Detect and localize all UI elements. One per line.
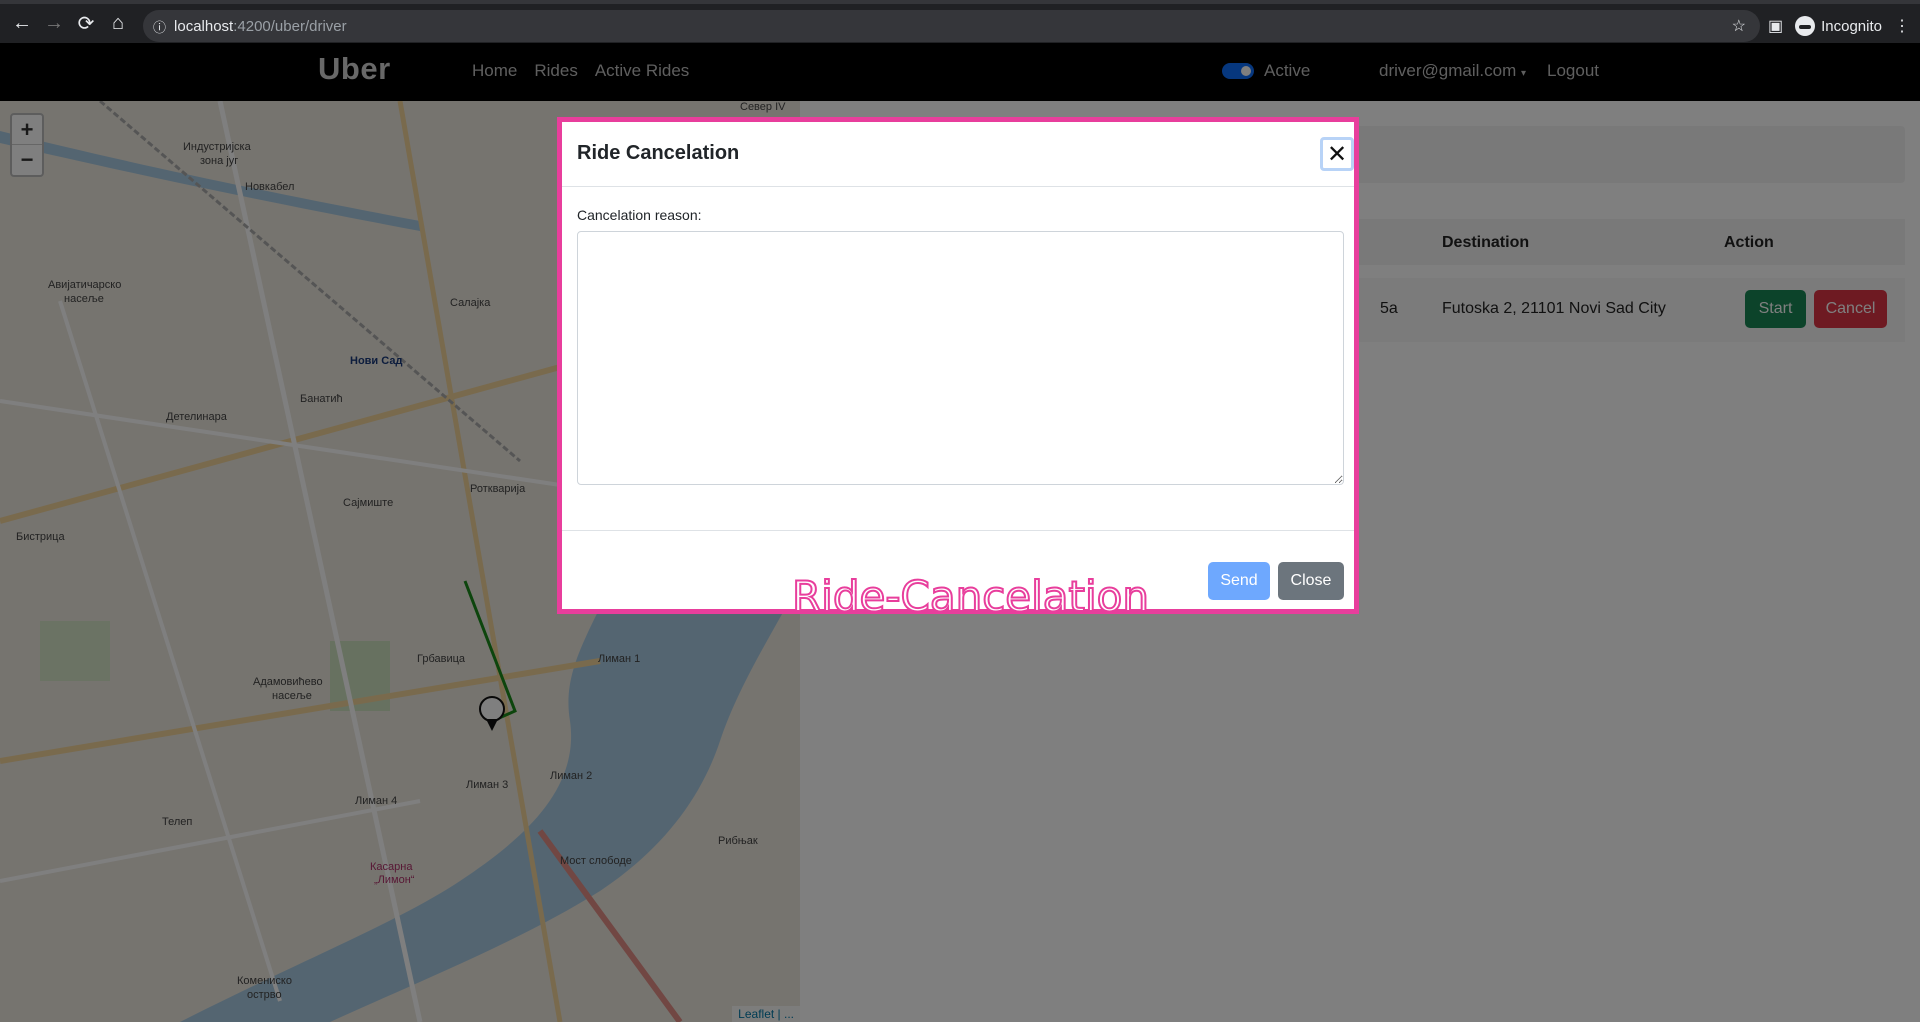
site-info-icon[interactable]: ⓘ <box>153 17 166 36</box>
reload-icon[interactable]: ⟳ <box>70 8 102 40</box>
close-icon[interactable]: ✕ <box>1320 137 1354 171</box>
side-panel-icon[interactable]: ▣ <box>1768 16 1783 36</box>
incognito-badge[interactable]: Incognito <box>1795 16 1882 36</box>
url-text: localhost:4200/uber/driver <box>174 18 347 35</box>
modal-footer-divider <box>562 530 1354 531</box>
annotation-caption: Ride-Cancelation <box>791 571 1150 622</box>
browser-menu-icon[interactable]: ⋮ <box>1894 16 1910 36</box>
browser-right-tools: ▣ Incognito ⋮ <box>1768 10 1920 42</box>
browser-toolbar: ← → ⟳ ⌂ ⓘ localhost:4200/uber/driver ☆ ▣… <box>0 0 1920 43</box>
address-bar[interactable]: ⓘ localhost:4200/uber/driver ☆ <box>143 10 1760 42</box>
forward-icon[interactable]: → <box>38 8 70 40</box>
incognito-icon <box>1795 16 1816 36</box>
modal-header: Ride Cancelation ✕ <box>562 122 1354 187</box>
home-icon[interactable]: ⌂ <box>102 8 134 40</box>
url-path: :4200/uber/driver <box>233 17 347 35</box>
url-host: localhost <box>174 17 234 35</box>
close-button[interactable]: Close <box>1278 562 1344 600</box>
ride-cancelation-modal: Ride Cancelation ✕ Cancelation reason: S… <box>557 117 1359 622</box>
cancelation-reason-label: Cancelation reason: <box>577 207 702 223</box>
cancelation-reason-input[interactable] <box>577 231 1344 485</box>
bookmark-star-icon[interactable]: ☆ <box>1732 16 1746 36</box>
send-button[interactable]: Send <box>1208 562 1270 600</box>
back-icon[interactable]: ← <box>6 8 38 40</box>
modal-title: Ride Cancelation <box>577 142 740 164</box>
incognito-label: Incognito <box>1821 17 1882 35</box>
